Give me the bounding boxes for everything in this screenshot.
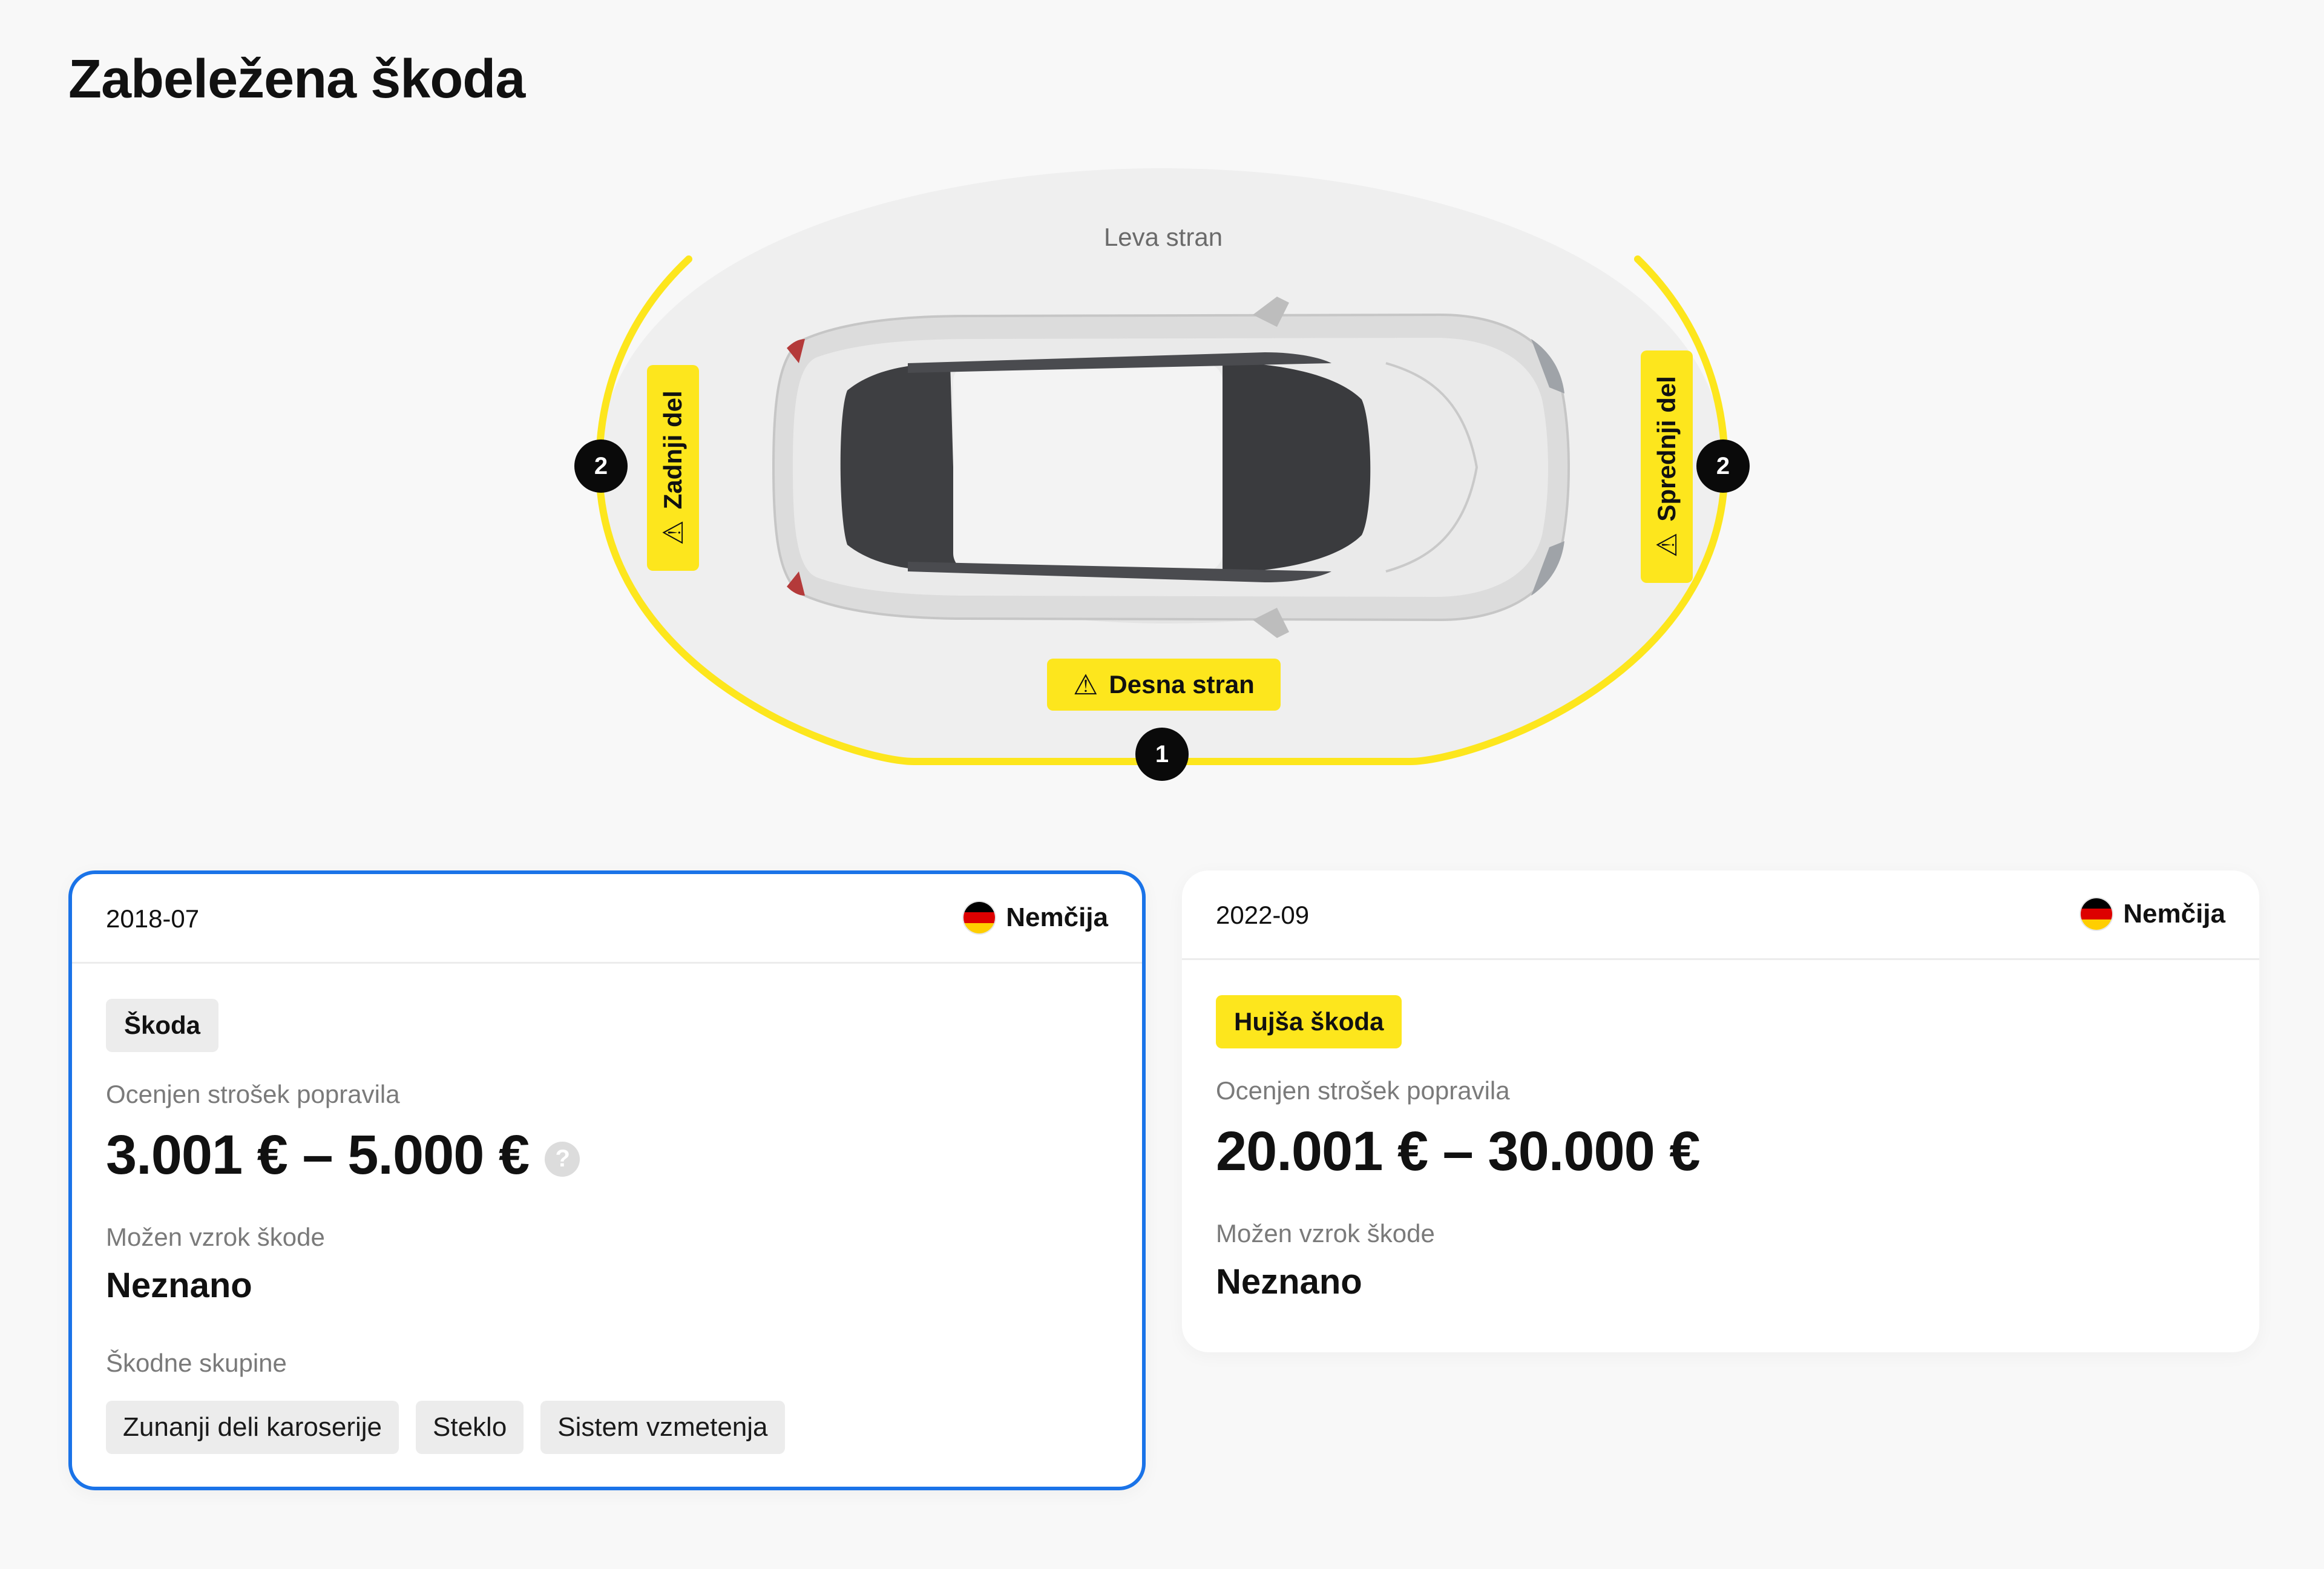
damage-date: 2022-09: [1216, 901, 1310, 929]
front-damage-count-badge[interactable]: 2: [1696, 439, 1750, 493]
left-side-label: Leva stran: [1103, 223, 1223, 251]
rear-damage-count-badge[interactable]: 2: [574, 439, 628, 493]
damage-cause-label: Možen vzrok škode: [1216, 1219, 1435, 1248]
country-name: Nemčija: [2123, 899, 2225, 929]
damage-cause-value: Neznano: [1216, 1262, 1362, 1301]
repair-cost: 3.001 € – 5.000 € ?: [106, 1123, 580, 1187]
damage-record-card[interactable]: 2018-07 Nemčija Škoda Ocenjen strošek po…: [68, 870, 1146, 1490]
severity-badge: Hujša škoda: [1216, 995, 1402, 1048]
damage-cause-label: Možen vzrok škode: [106, 1223, 325, 1251]
card-header: 2022-09 Nemčija: [1182, 870, 2259, 960]
help-icon[interactable]: ?: [545, 1141, 580, 1177]
damage-group-chip: Zunanji deli karoserije: [106, 1401, 399, 1454]
repair-cost-value: 20.001 € – 30.000 €: [1216, 1120, 1701, 1182]
card-header: 2018-07 Nemčija: [72, 874, 1142, 964]
warning-triangle-icon: ⚠: [1073, 669, 1098, 700]
damage-groups: Zunanji deli karoserije Steklo Sistem vz…: [106, 1401, 785, 1454]
right-side-damage-tag[interactable]: ⚠ Desna stran: [1047, 659, 1281, 711]
damage-cause-value: Neznano: [106, 1266, 252, 1305]
right-side-damage-label: Desna stran: [1109, 670, 1255, 699]
front-damage-label: Sprednji del: [1652, 376, 1681, 522]
damage-group-chip: Sistem vzmetenja: [540, 1401, 785, 1454]
right-side-damage-count-badge[interactable]: 1: [1135, 728, 1189, 781]
severity-badge: Škoda: [106, 999, 219, 1052]
damage-country: Nemčija: [2079, 897, 2225, 931]
damage-record-card[interactable]: 2022-09 Nemčija Hujša škoda Ocenjen stro…: [1182, 870, 2259, 1352]
damage-country: Nemčija: [962, 901, 1108, 935]
damage-date: 2018-07: [106, 904, 200, 933]
country-name: Nemčija: [1006, 903, 1108, 932]
repair-cost-label: Ocenjen strošek popravila: [1216, 1076, 1510, 1105]
damage-groups-label: Škodne skupine: [106, 1349, 287, 1377]
warning-triangle-icon: ⚠: [657, 520, 689, 545]
repair-cost-label: Ocenjen strošek popravila: [106, 1080, 400, 1108]
page: Zabeležena škoda Leva stran ⚠ Desna stra…: [0, 0, 2324, 1569]
damage-diagram: Leva stran ⚠ Desna stran ⚠ Zadnji del ⚠ …: [0, 0, 2324, 811]
rear-damage-label: Zadnji del: [658, 390, 687, 510]
front-damage-tag[interactable]: ⚠ Sprednji del: [1641, 350, 1693, 583]
germany-flag-icon: [2079, 897, 2114, 931]
germany-flag-icon: [962, 901, 997, 935]
rear-damage-tag[interactable]: ⚠ Zadnji del: [647, 365, 699, 571]
repair-cost: 20.001 € – 30.000 €: [1216, 1120, 1701, 1183]
car-top-view: [772, 297, 1571, 638]
warning-triangle-icon: ⚠: [1651, 532, 1682, 558]
repair-cost-value: 3.001 € – 5.000 €: [106, 1124, 530, 1186]
damage-group-chip: Steklo: [416, 1401, 524, 1454]
